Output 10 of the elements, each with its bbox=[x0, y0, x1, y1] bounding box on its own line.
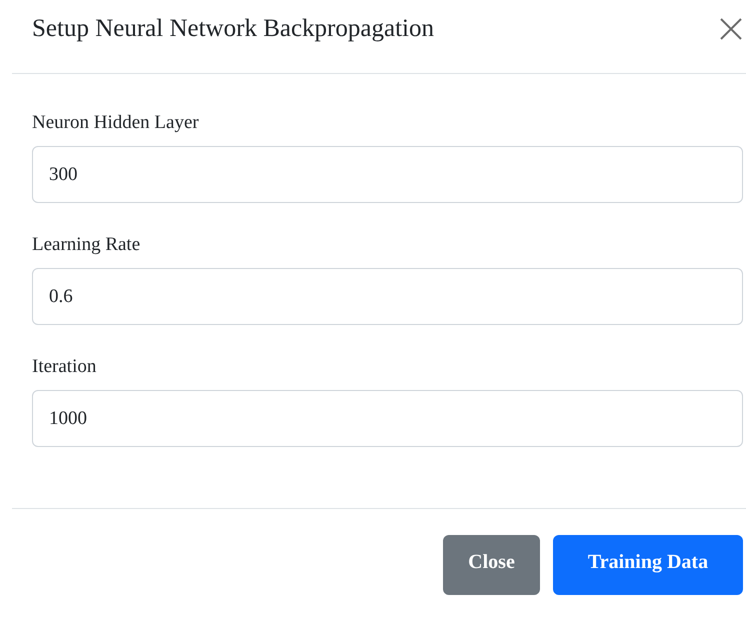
field-label: Learning Rate bbox=[32, 234, 142, 256]
training-data-button[interactable]: Training Data bbox=[553, 535, 743, 595]
input-field[interactable]: 300 bbox=[32, 146, 743, 203]
input-field[interactable]: 1000 bbox=[32, 390, 743, 447]
field-label: Iteration bbox=[32, 356, 98, 378]
close-icon[interactable] bbox=[719, 16, 743, 40]
dialog-title: Setup Neural Network Backpropagation bbox=[32, 14, 434, 44]
close-button[interactable]: Close bbox=[443, 535, 540, 595]
field-label: Neuron Hidden Layer bbox=[32, 112, 200, 134]
input-field[interactable]: 0.6 bbox=[32, 268, 743, 325]
